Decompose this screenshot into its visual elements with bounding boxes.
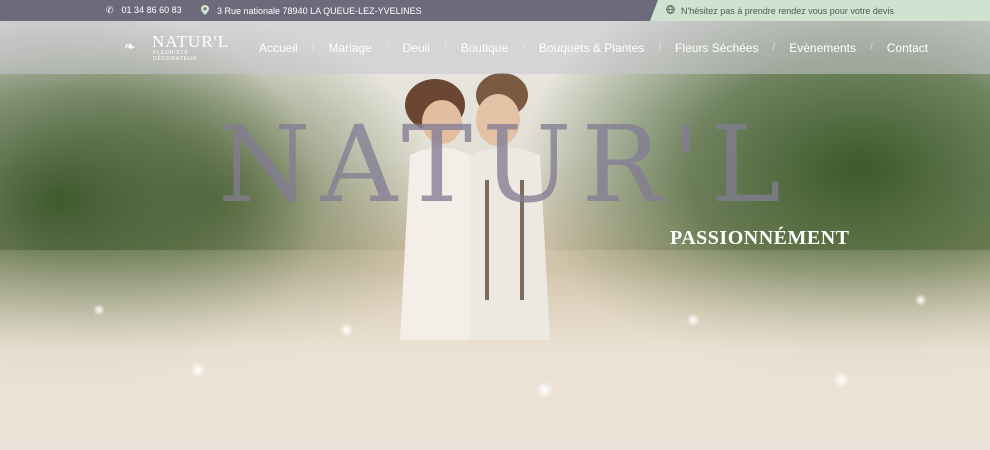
address-text: 3 Rue nationale 78940 LA QUEUE-LEZ-YVELI… xyxy=(217,6,422,16)
leaf-logo-icon: ❧ xyxy=(124,38,136,54)
globe-icon xyxy=(666,5,675,16)
map-pin-icon xyxy=(201,5,209,17)
nav-separator: / xyxy=(772,42,776,53)
phone-contact[interactable]: ✆ 01 34 86 60 83 xyxy=(106,5,182,15)
hero-tagline: PASSIONNÉMENT xyxy=(670,227,850,249)
top-info-bar: ✆ 01 34 86 60 83 3 Rue nationale 78940 L… xyxy=(0,0,990,21)
phone-icon: ✆ xyxy=(106,4,114,15)
nav-item-boutique[interactable]: Boutique xyxy=(452,41,517,55)
appointment-cta[interactable]: N'hésitez pas à prendre rendez vous pour… xyxy=(650,0,990,21)
nav-item-deuil[interactable]: Deuil xyxy=(394,41,439,55)
nav-separator: / xyxy=(522,42,525,53)
nav-item-evenements[interactable]: Evènements xyxy=(780,41,865,55)
nav-item-mariage[interactable]: Mariage xyxy=(319,41,380,55)
nav-separator: / xyxy=(311,42,315,53)
logo-name: NATUR'L xyxy=(152,32,230,51)
address-contact: 3 Rue nationale 78940 LA QUEUE-LEZ-YVELI… xyxy=(201,5,422,17)
nav-item-bouquets-plantes[interactable]: Bouquets & Plantes xyxy=(530,41,653,55)
phone-number[interactable]: 01 34 86 60 83 xyxy=(122,5,182,15)
nav-separator: / xyxy=(658,42,662,53)
nav-item-fleurs-sechees[interactable]: Fleurs Séchées xyxy=(666,41,767,55)
nav-separator: / xyxy=(869,42,873,53)
hero-brand-title: NATUR'L xyxy=(218,103,791,226)
nav-menu: Accueil / Mariage / Deuil / Boutique / B… xyxy=(250,21,937,74)
nav-item-accueil[interactable]: Accueil xyxy=(250,41,307,55)
main-navigation: ❧ NATUR'L FLEURISTE DÉCORATEUR Accueil /… xyxy=(0,21,990,74)
nav-item-contact[interactable]: Contact xyxy=(878,41,937,55)
nav-separator: / xyxy=(385,42,389,53)
appointment-cta-text[interactable]: N'hésitez pas à prendre rendez vous pour… xyxy=(681,6,894,16)
site-logo[interactable]: ❧ NATUR'L FLEURISTE DÉCORATEUR xyxy=(122,32,232,62)
logo-subtitle: FLEURISTE DÉCORATEUR xyxy=(153,50,198,62)
nav-separator: / xyxy=(443,42,447,53)
